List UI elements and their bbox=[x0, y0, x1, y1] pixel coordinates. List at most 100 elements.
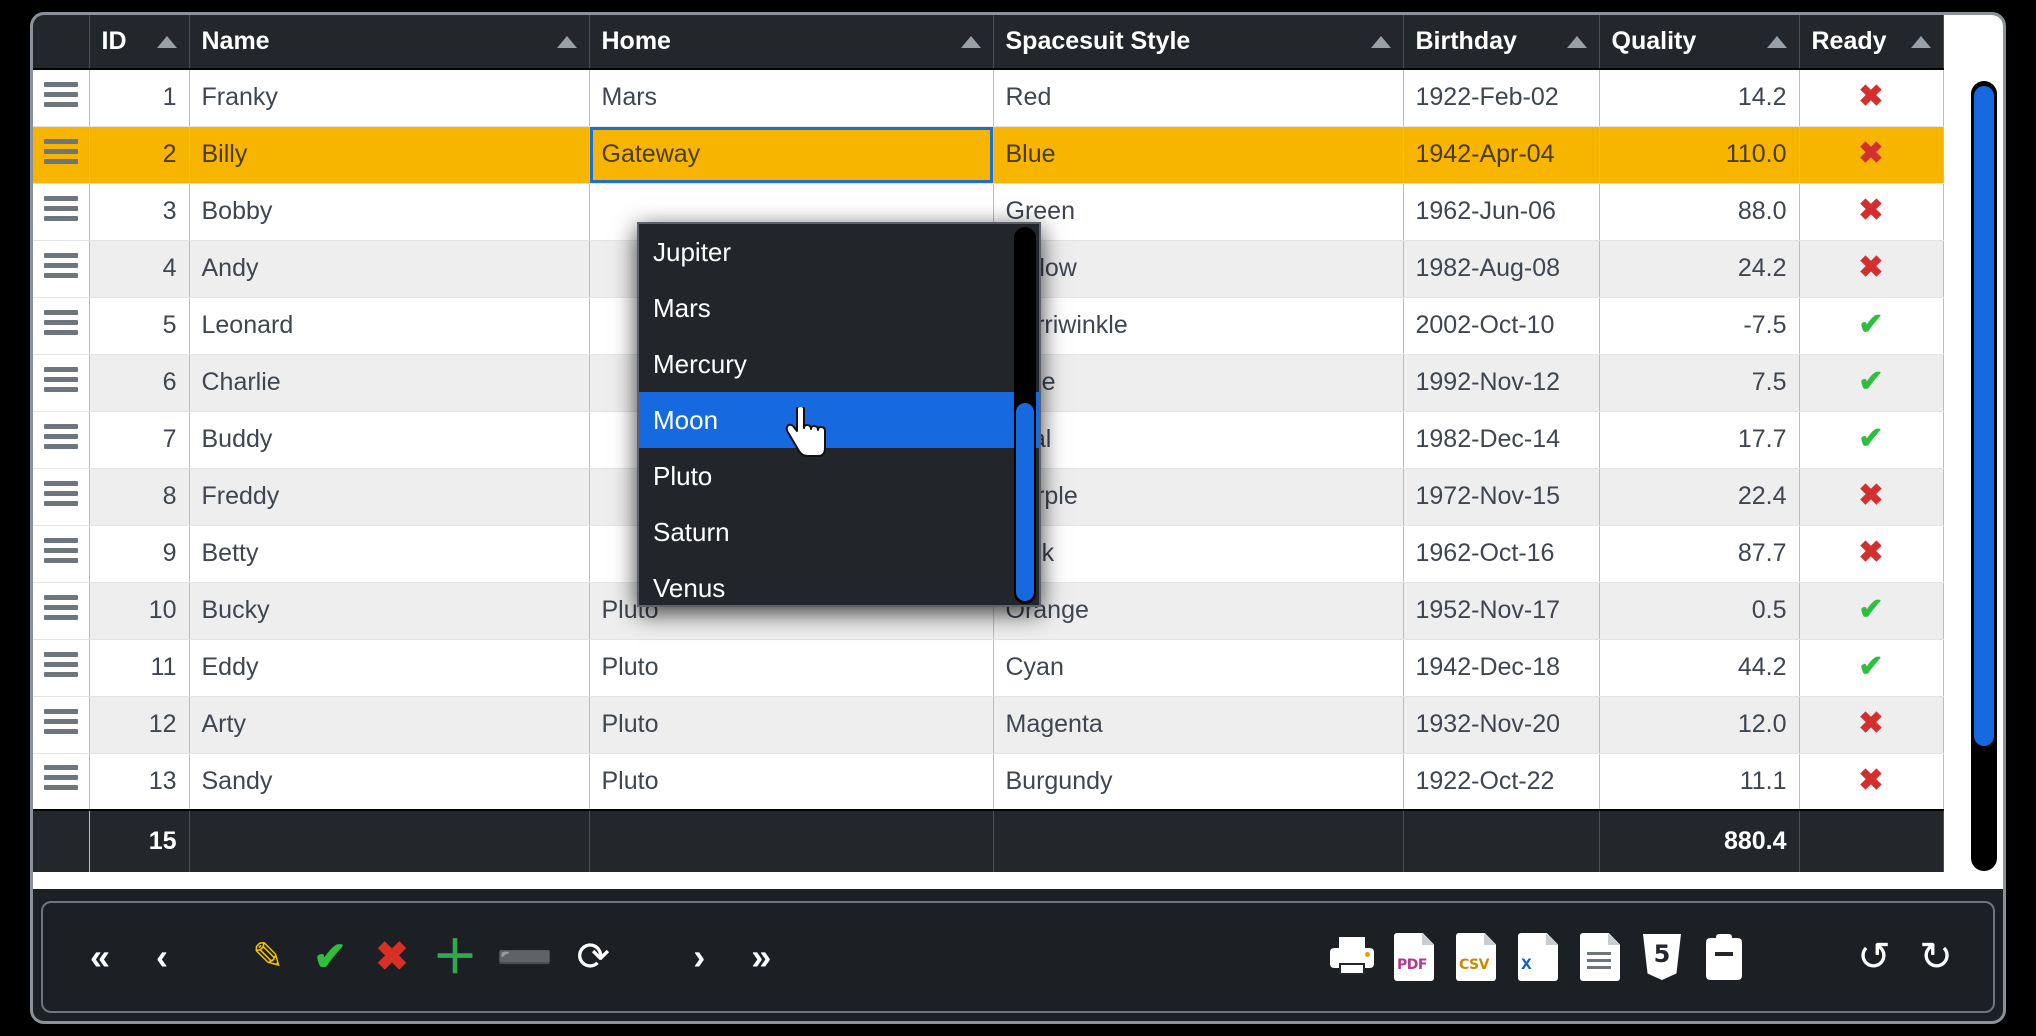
cell-name[interactable]: Sandy bbox=[189, 753, 590, 811]
row-drag-handle[interactable] bbox=[33, 411, 90, 469]
cell-name[interactable]: Billy bbox=[189, 126, 590, 184]
next-page-button[interactable]: › bbox=[677, 927, 721, 987]
home-dropdown-list[interactable]: Jupiter Mars Mercury Moon Pluto Saturn Venus bbox=[637, 222, 1041, 607]
cell-spacesuit-style[interactable]: Blue bbox=[993, 126, 1404, 184]
cell-id[interactable]: 9 bbox=[89, 525, 190, 583]
first-page-button[interactable]: « bbox=[78, 927, 122, 987]
cell-ready[interactable]: ✖ bbox=[1799, 240, 1944, 298]
cell-spacesuit-style[interactable]: Teal bbox=[993, 411, 1404, 469]
export-html-button[interactable]: 5 bbox=[1640, 927, 1684, 987]
cell-ready[interactable]: ✖ bbox=[1799, 183, 1944, 241]
row-drag-handle[interactable] bbox=[33, 297, 90, 355]
column-header-birthday[interactable]: Birthday bbox=[1403, 15, 1600, 70]
cell-birthday[interactable]: 1932-Nov-20 bbox=[1403, 696, 1600, 754]
row-drag-handle[interactable] bbox=[33, 354, 90, 412]
cell-ready[interactable]: ✖ bbox=[1799, 69, 1944, 127]
cell-birthday[interactable]: 1992-Nov-12 bbox=[1403, 354, 1600, 412]
export-csv-button[interactable]: CSV bbox=[1454, 927, 1498, 987]
cell-birthday[interactable]: 1972-Nov-15 bbox=[1403, 468, 1600, 526]
cell-name[interactable]: Bobby bbox=[189, 183, 590, 241]
export-excel-button[interactable]: X bbox=[1516, 927, 1560, 987]
row-drag-handle[interactable] bbox=[33, 582, 90, 640]
dropdown-scrollbar[interactable] bbox=[1014, 227, 1036, 604]
sort-ascending-icon[interactable] bbox=[1766, 35, 1787, 48]
previous-page-button[interactable]: ‹ bbox=[140, 927, 184, 987]
cell-ready[interactable]: ✖ bbox=[1799, 525, 1944, 583]
cell-spacesuit-style[interactable]: Red bbox=[993, 69, 1404, 127]
table-row[interactable]: 12 Arty Pluto Magenta 1932-Nov-20 12.0 ✖ bbox=[33, 696, 1944, 754]
cell-quality[interactable]: 22.4 bbox=[1599, 468, 1800, 526]
accept-edit-button[interactable]: ✔ bbox=[308, 927, 352, 987]
cell-birthday[interactable]: 1982-Dec-14 bbox=[1403, 411, 1600, 469]
cell-spacesuit-style[interactable]: Blue bbox=[993, 354, 1404, 412]
dropdown-option-saturn[interactable]: Saturn bbox=[639, 504, 1039, 560]
print-button[interactable] bbox=[1330, 927, 1374, 987]
cell-ready[interactable]: ✔ bbox=[1799, 411, 1944, 469]
cell-spacesuit-style[interactable]: Purple bbox=[993, 468, 1404, 526]
cell-spacesuit-style[interactable]: Yellow bbox=[993, 240, 1404, 298]
cell-birthday[interactable]: 1962-Oct-16 bbox=[1403, 525, 1600, 583]
vertical-scrollbar-thumb[interactable] bbox=[1974, 86, 1994, 746]
cell-quality[interactable]: 44.2 bbox=[1599, 639, 1800, 697]
row-drag-handle[interactable] bbox=[33, 69, 90, 127]
cell-birthday[interactable]: 1942-Dec-18 bbox=[1403, 639, 1600, 697]
table-row[interactable]: 13 Sandy Pluto Burgundy 1922-Oct-22 11.1 ✖ bbox=[33, 753, 1944, 811]
cell-spacesuit-style[interactable]: Perriwinkle bbox=[993, 297, 1404, 355]
row-drag-handle[interactable] bbox=[33, 126, 90, 184]
cell-id[interactable]: 12 bbox=[89, 696, 190, 754]
export-pdf-button[interactable]: PDF bbox=[1392, 927, 1436, 987]
cell-spacesuit-style[interactable]: Pink bbox=[993, 525, 1404, 583]
cell-quality[interactable]: 11.1 bbox=[1599, 753, 1800, 811]
refresh-button[interactable]: ⟳ bbox=[571, 927, 615, 987]
cell-id[interactable]: 13 bbox=[89, 753, 190, 811]
column-header-home[interactable]: Home bbox=[589, 15, 994, 70]
delete-row-button[interactable]: ➖ bbox=[496, 927, 553, 987]
cell-quality[interactable]: 87.7 bbox=[1599, 525, 1800, 583]
cell-id[interactable]: 8 bbox=[89, 468, 190, 526]
cell-name[interactable]: Charlie bbox=[189, 354, 590, 412]
edit-row-button[interactable]: ✎ bbox=[246, 927, 290, 987]
row-drag-handle[interactable] bbox=[33, 525, 90, 583]
sort-ascending-icon[interactable] bbox=[556, 35, 577, 48]
dropdown-option-mars[interactable]: Mars bbox=[639, 280, 1039, 336]
cell-spacesuit-style[interactable]: Cyan bbox=[993, 639, 1404, 697]
cell-quality[interactable]: 0.5 bbox=[1599, 582, 1800, 640]
last-page-button[interactable]: » bbox=[739, 927, 783, 987]
cell-name[interactable]: Betty bbox=[189, 525, 590, 583]
cell-id[interactable]: 3 bbox=[89, 183, 190, 241]
cell-home[interactable]: Mars bbox=[589, 69, 994, 127]
cell-birthday[interactable]: 1942-Apr-04 bbox=[1403, 126, 1600, 184]
cell-home[interactable]: Pluto bbox=[589, 753, 994, 811]
cell-quality[interactable]: 14.2 bbox=[1599, 69, 1800, 127]
cell-birthday[interactable]: 1922-Oct-22 bbox=[1403, 753, 1600, 811]
cell-home-editor[interactable]: Gateway bbox=[589, 126, 994, 184]
cell-name[interactable]: Buddy bbox=[189, 411, 590, 469]
cell-name[interactable]: Franky bbox=[189, 69, 590, 127]
cancel-edit-button[interactable]: ✖ bbox=[370, 927, 414, 987]
cell-birthday[interactable]: 1982-Aug-08 bbox=[1403, 240, 1600, 298]
column-header-spacesuit-style[interactable]: Spacesuit Style bbox=[993, 15, 1404, 70]
dropdown-option-venus[interactable]: Venus bbox=[639, 560, 1039, 605]
cell-ready[interactable]: ✔ bbox=[1799, 297, 1944, 355]
cell-id[interactable]: 7 bbox=[89, 411, 190, 469]
table-row[interactable]: 2 Billy Gateway Blue 1942-Apr-04 110.0 ✖ bbox=[33, 126, 1944, 184]
copy-clipboard-button[interactable] bbox=[1702, 927, 1746, 987]
cell-ready[interactable]: ✖ bbox=[1799, 753, 1944, 811]
sort-ascending-icon[interactable] bbox=[1370, 35, 1391, 48]
cell-ready[interactable]: ✔ bbox=[1799, 639, 1944, 697]
cell-id[interactable]: 10 bbox=[89, 582, 190, 640]
cell-quality[interactable]: 88.0 bbox=[1599, 183, 1800, 241]
cell-name[interactable]: Arty bbox=[189, 696, 590, 754]
vertical-scrollbar[interactable] bbox=[1971, 81, 1997, 871]
cell-id[interactable]: 1 bbox=[89, 69, 190, 127]
dropdown-scrollbar-thumb[interactable] bbox=[1016, 403, 1034, 601]
cell-spacesuit-style[interactable]: Orange bbox=[993, 582, 1404, 640]
row-drag-handle[interactable] bbox=[33, 183, 90, 241]
dropdown-option-moon[interactable]: Moon bbox=[639, 392, 1039, 448]
row-drag-handle[interactable] bbox=[33, 753, 90, 811]
row-drag-handle[interactable] bbox=[33, 468, 90, 526]
cell-birthday[interactable]: 1922-Feb-02 bbox=[1403, 69, 1600, 127]
cell-home[interactable]: Pluto bbox=[589, 696, 994, 754]
add-row-button[interactable]: ＋ bbox=[432, 927, 478, 987]
column-header-quality[interactable]: Quality bbox=[1599, 15, 1800, 70]
